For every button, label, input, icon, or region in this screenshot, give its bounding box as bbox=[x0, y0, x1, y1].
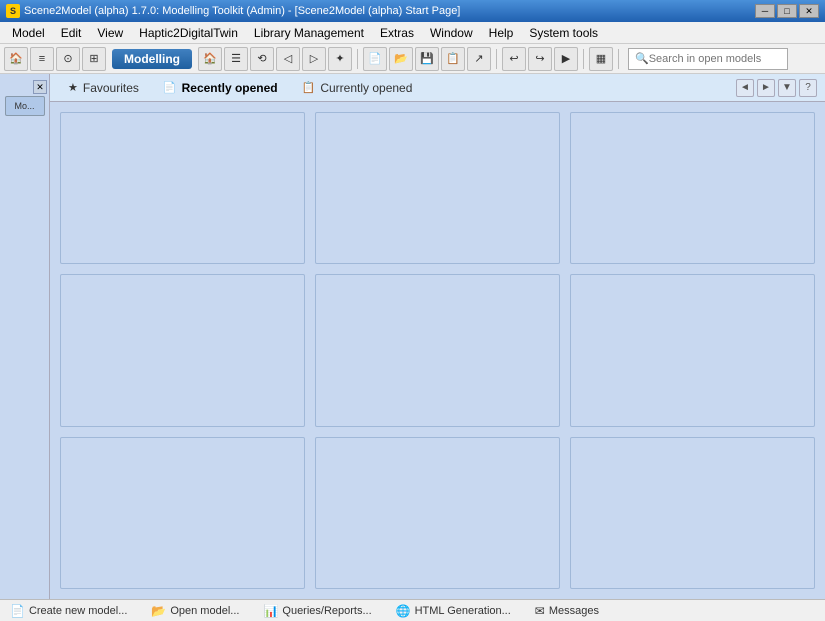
open-model-label: Open model... bbox=[170, 605, 239, 617]
toolbar-btn-star[interactable]: ✦ bbox=[328, 47, 352, 71]
tab-navigation: ◄ ► ▼ ? bbox=[736, 79, 817, 97]
grid-cell-4[interactable] bbox=[60, 274, 305, 426]
sidebar-close-btn[interactable]: ✕ bbox=[33, 80, 47, 94]
toolbar-btn-3[interactable]: ⊙ bbox=[56, 47, 80, 71]
toolbar-separator-4 bbox=[618, 49, 619, 69]
tab-recently-opened[interactable]: 📄 Recently opened bbox=[153, 78, 288, 98]
grid-cell-2[interactable] bbox=[315, 112, 560, 264]
title-bar: S Scene2Model (alpha) 1.7.0: Modelling T… bbox=[0, 0, 825, 22]
grid-cell-5[interactable] bbox=[315, 274, 560, 426]
toolbar: 🏠 ≡ ⊙ ⊞ Modelling 🏠 ☰ ⟲ ◁ ▷ ✦ 📄 📂 💾 📋 ↗ … bbox=[0, 44, 825, 74]
menu-window[interactable]: Window bbox=[422, 24, 481, 42]
toolbar-btn-list[interactable]: ☰ bbox=[224, 47, 248, 71]
menu-library[interactable]: Library Management bbox=[246, 24, 372, 42]
toolbar-btn-run[interactable]: ▶ bbox=[554, 47, 578, 71]
restore-button[interactable]: □ bbox=[777, 4, 797, 18]
title-bar-controls: ─ □ ✕ bbox=[755, 4, 819, 18]
status-html-gen[interactable]: 🌐 HTML Generation... bbox=[392, 602, 515, 620]
toolbar-btn-2[interactable]: ≡ bbox=[30, 47, 54, 71]
toolbar-btn-undo[interactable]: ↩ bbox=[502, 47, 526, 71]
menu-view[interactable]: View bbox=[89, 24, 131, 42]
grid-cell-7[interactable] bbox=[60, 437, 305, 589]
tab-currently-opened-label: Currently opened bbox=[320, 81, 412, 95]
tab-favourites[interactable]: ★ Favourites bbox=[58, 78, 149, 98]
status-queries[interactable]: 📊 Queries/Reports... bbox=[259, 602, 375, 620]
tab-help-btn[interactable]: ? bbox=[799, 79, 817, 97]
grid-cell-8[interactable] bbox=[315, 437, 560, 589]
main-layout: ✕ Mo... ★ Favourites 📄 Recently opened 📋… bbox=[0, 74, 825, 599]
toolbar-btn-redo[interactable]: ↪ bbox=[528, 47, 552, 71]
toolbar-btn-new[interactable]: 📄 bbox=[363, 47, 387, 71]
sidebar: ✕ Mo... bbox=[0, 74, 50, 599]
html-gen-label: HTML Generation... bbox=[415, 605, 511, 617]
tab-recently-opened-label: Recently opened bbox=[182, 81, 278, 95]
search-icon: 🔍 bbox=[635, 52, 649, 65]
toolbar-separator-1 bbox=[357, 49, 358, 69]
grid-cell-6[interactable] bbox=[570, 274, 815, 426]
search-box: 🔍 bbox=[628, 48, 788, 70]
sidebar-tab-label: Mo... bbox=[14, 101, 34, 111]
tab-dropdown-btn[interactable]: ▼ bbox=[778, 79, 796, 97]
app-icon: S bbox=[6, 4, 20, 18]
content-area: ★ Favourites 📄 Recently opened 📋 Current… bbox=[50, 74, 825, 599]
menu-help[interactable]: Help bbox=[481, 24, 522, 42]
html-gen-icon: 🌐 bbox=[396, 604, 411, 618]
currently-opened-icon: 📋 bbox=[302, 81, 316, 94]
messages-icon: ✉ bbox=[535, 604, 545, 618]
toolbar-btn-open[interactable]: 📂 bbox=[389, 47, 413, 71]
menu-edit[interactable]: Edit bbox=[53, 24, 90, 42]
toolbar-btn-left[interactable]: ◁ bbox=[276, 47, 300, 71]
toolbar-btn-saveas[interactable]: 📋 bbox=[441, 47, 465, 71]
close-button[interactable]: ✕ bbox=[799, 4, 819, 18]
status-create-model[interactable]: 📄 Create new model... bbox=[6, 602, 131, 620]
grid-cell-3[interactable] bbox=[570, 112, 815, 264]
status-messages[interactable]: ✉ Messages bbox=[531, 602, 603, 620]
toolbar-btn-1[interactable]: 🏠 bbox=[4, 47, 28, 71]
create-model-icon: 📄 bbox=[10, 604, 25, 618]
toolbar-btn-export[interactable]: ↗ bbox=[467, 47, 491, 71]
open-model-icon: 📂 bbox=[151, 604, 166, 618]
grid-cell-9[interactable] bbox=[570, 437, 815, 589]
title-bar-text: Scene2Model (alpha) 1.7.0: Modelling Too… bbox=[24, 5, 755, 17]
sidebar-tab-mo[interactable]: Mo... bbox=[5, 96, 45, 116]
create-model-label: Create new model... bbox=[29, 605, 127, 617]
toolbar-btn-home[interactable]: 🏠 bbox=[198, 47, 222, 71]
search-input[interactable] bbox=[649, 53, 779, 65]
grid-area bbox=[50, 102, 825, 599]
queries-icon: 📊 bbox=[263, 604, 278, 618]
toolbar-separator-3 bbox=[583, 49, 584, 69]
toolbar-btn-grid[interactable]: ▦ bbox=[589, 47, 613, 71]
menu-haptic[interactable]: Haptic2DigitalTwin bbox=[131, 24, 246, 42]
toolbar-btn-save[interactable]: 💾 bbox=[415, 47, 439, 71]
tab-currently-opened[interactable]: 📋 Currently opened bbox=[292, 78, 423, 98]
grid-cell-1[interactable] bbox=[60, 112, 305, 264]
menu-system-tools[interactable]: System tools bbox=[521, 24, 606, 42]
minimize-button[interactable]: ─ bbox=[755, 4, 775, 18]
toolbar-separator-2 bbox=[496, 49, 497, 69]
recently-opened-icon: 📄 bbox=[163, 81, 177, 94]
toolbar-label: Modelling bbox=[112, 49, 192, 69]
tab-next-btn[interactable]: ► bbox=[757, 79, 775, 97]
tab-bar: ★ Favourites 📄 Recently opened 📋 Current… bbox=[50, 74, 825, 102]
menu-bar: Model Edit View Haptic2DigitalTwin Libra… bbox=[0, 22, 825, 44]
toolbar-btn-right[interactable]: ▷ bbox=[302, 47, 326, 71]
tab-favourites-label: Favourites bbox=[83, 81, 139, 95]
favourites-icon: ★ bbox=[68, 81, 78, 94]
status-open-model[interactable]: 📂 Open model... bbox=[147, 602, 243, 620]
toolbar-btn-4[interactable]: ⊞ bbox=[82, 47, 106, 71]
tab-prev-btn[interactable]: ◄ bbox=[736, 79, 754, 97]
menu-model[interactable]: Model bbox=[4, 24, 53, 42]
queries-label: Queries/Reports... bbox=[282, 605, 371, 617]
status-bar: 📄 Create new model... 📂 Open model... 📊 … bbox=[0, 599, 825, 621]
messages-label: Messages bbox=[549, 605, 599, 617]
toolbar-btn-back[interactable]: ⟲ bbox=[250, 47, 274, 71]
menu-extras[interactable]: Extras bbox=[372, 24, 422, 42]
